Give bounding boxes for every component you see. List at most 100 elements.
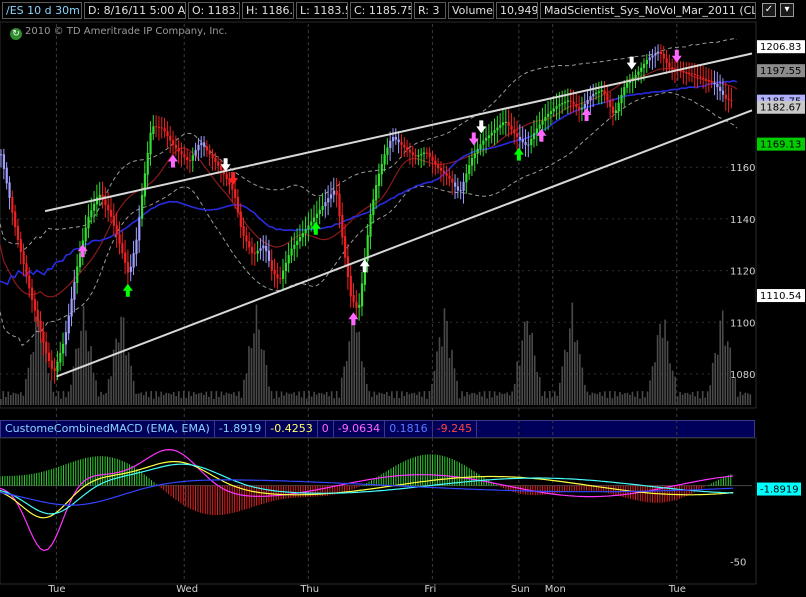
volume-bar	[5, 396, 7, 405]
volume-bar	[298, 391, 300, 405]
candle-body	[98, 194, 101, 198]
volume-bar	[243, 379, 245, 405]
candle-body	[93, 203, 96, 211]
candle-body	[400, 142, 403, 145]
candle-body	[541, 120, 544, 125]
volume-bar	[50, 380, 52, 405]
candle-body	[90, 210, 93, 218]
candle-body	[14, 211, 17, 227]
candle-body	[499, 125, 502, 128]
candle-body	[87, 216, 90, 229]
x-axis-day-label: Tue	[668, 584, 686, 595]
volume-bar	[320, 393, 323, 405]
volume-bar	[463, 396, 466, 405]
volume-bar	[586, 391, 589, 405]
candle-body	[338, 193, 341, 217]
volume-bar	[130, 365, 132, 405]
candle-body	[284, 262, 288, 272]
volume-bar	[561, 366, 564, 405]
volume-bar	[413, 392, 416, 405]
volume-bar	[511, 391, 513, 405]
candle-body	[318, 209, 321, 215]
candle-body	[603, 90, 606, 94]
candle-body	[42, 331, 45, 343]
candle-body	[454, 182, 457, 187]
volume-bar	[446, 320, 448, 405]
candle-body	[19, 239, 22, 253]
volume-bar	[669, 363, 671, 405]
candle-body	[617, 102, 620, 111]
candle-body	[349, 275, 352, 297]
volume-bar	[626, 392, 629, 405]
candle-body	[487, 135, 491, 139]
volume-bar	[182, 391, 185, 405]
candle-body	[174, 144, 178, 149]
candle-body	[152, 126, 155, 135]
volume-bar	[90, 346, 92, 405]
volume-bar	[581, 367, 584, 405]
volume-bar	[391, 391, 393, 405]
candle-body	[642, 63, 646, 68]
price-chart[interactable]: 108011001120114011601206.831197.551185.7…	[0, 0, 806, 597]
volume-bar	[498, 392, 501, 405]
candle-body	[485, 137, 488, 141]
volume-bar	[453, 368, 456, 405]
volume-bar	[584, 384, 586, 405]
volume-bar	[223, 395, 225, 405]
candle-body	[719, 86, 722, 91]
volume-bar	[140, 392, 142, 405]
candle-body	[335, 190, 338, 196]
candle-body	[713, 82, 716, 85]
volume-bar	[403, 396, 406, 405]
volume-bar	[40, 338, 42, 405]
volume-bar	[709, 385, 711, 405]
volume-bar	[353, 325, 356, 405]
volume-bar	[518, 365, 521, 405]
candle-body	[31, 287, 34, 301]
candle-body	[155, 126, 158, 128]
volume-bar	[85, 330, 87, 405]
volume-bar	[122, 317, 125, 405]
volume-bar	[536, 371, 539, 405]
volume-bar	[72, 366, 75, 405]
volume-bar	[659, 323, 661, 405]
volume-bar	[338, 397, 340, 405]
candle-body	[397, 139, 400, 143]
volume-bar	[398, 398, 401, 405]
volume-bar	[313, 391, 315, 405]
price-tag-label: 1182.67	[760, 103, 801, 114]
candle-body	[403, 144, 406, 148]
candle-body	[679, 70, 682, 72]
candle-body	[33, 299, 37, 311]
candle-body	[324, 202, 327, 207]
volume-bar	[2, 391, 5, 405]
candle-body	[547, 113, 550, 118]
candle-body	[626, 82, 629, 88]
volume-bar	[157, 396, 160, 405]
candle-body	[62, 343, 65, 354]
volume-bar	[360, 361, 363, 405]
candle-body	[296, 240, 299, 246]
candle-body	[702, 77, 705, 79]
candle-body	[589, 96, 592, 101]
candle-body	[346, 256, 350, 278]
volume-bar	[716, 354, 719, 405]
candle-body	[414, 154, 417, 157]
candle-body	[126, 262, 130, 273]
candle-body	[462, 181, 465, 191]
volume-bar	[373, 391, 376, 405]
volume-bar	[323, 394, 325, 405]
candle-body	[205, 146, 209, 151]
candle-body	[721, 90, 725, 95]
volume-bar	[110, 376, 112, 405]
volume-bar	[601, 395, 604, 405]
candle-body	[470, 157, 474, 166]
candle-body	[434, 160, 437, 165]
volume-bar	[340, 377, 343, 405]
volume-bar	[478, 391, 481, 405]
volume-bar	[35, 316, 37, 405]
candle-body	[166, 131, 169, 136]
volume-bar	[558, 382, 561, 405]
candle-body	[648, 57, 651, 61]
candle-body	[172, 140, 175, 146]
